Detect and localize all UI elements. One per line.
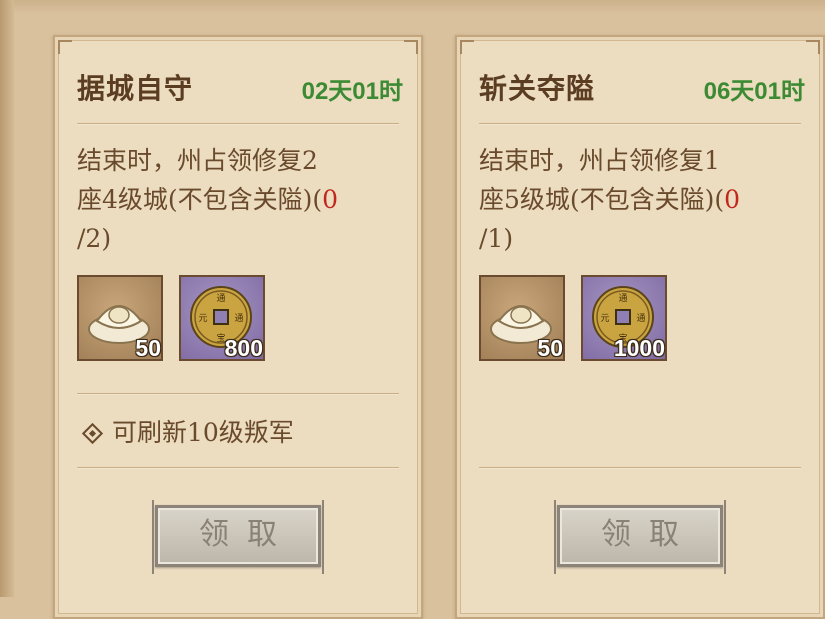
claim-button[interactable]: 领取: [554, 500, 726, 574]
reward-quantity: 50: [135, 335, 161, 361]
quest-time-left: 02天01时: [301, 78, 403, 105]
svg-text:通: 通: [636, 313, 645, 324]
unlock-info: 可刷新10级叛军: [77, 413, 294, 449]
reward-quantity: 1000: [613, 335, 665, 361]
progress-current: 0: [322, 185, 339, 214]
reward-quantity: 50: [537, 335, 563, 361]
desc-line-1: 结束时，州占领修复2: [77, 146, 318, 175]
reward-item-coin[interactable]: 通 宝 元 通 800: [179, 275, 265, 361]
progress-current: 0: [724, 185, 741, 214]
desc-line-2-text: 座4级城(不包含关隘)(: [77, 185, 323, 214]
reward-quantity: 800: [224, 335, 263, 361]
card-corner-ornament: [58, 40, 72, 54]
quest-title: 据城自守: [77, 72, 194, 105]
card-corner-ornament: [404, 40, 418, 54]
desc-line-2: 座4级城(不包含关隘)(0: [77, 180, 403, 219]
reward-item-coin[interactable]: 通 宝 元 通 1000: [581, 275, 667, 361]
unlock-text: 可刷新10级叛军: [112, 418, 294, 447]
card-corner-ornament: [460, 40, 474, 54]
desc-line-2-text: 座5级城(不包含关隘)(: [479, 185, 725, 214]
svg-text:通: 通: [618, 293, 627, 304]
divider: [479, 467, 801, 468]
svg-text:元: 元: [198, 314, 207, 324]
desc-line-1: 结束时，州占领修复1: [479, 146, 720, 175]
desc-line-3: /1): [479, 224, 514, 253]
diamond-bullet-icon: [81, 422, 104, 444]
left-frame-edge: [0, 0, 14, 597]
desc-line-3: /2): [77, 224, 112, 253]
svg-text:通: 通: [216, 293, 225, 304]
divider: [479, 123, 801, 124]
divider: [77, 393, 399, 394]
svg-text:通: 通: [234, 313, 243, 324]
divider: [77, 123, 399, 124]
divider: [77, 467, 399, 468]
quest-time-left: 06天01时: [703, 78, 805, 105]
reward-item-silver[interactable]: 50: [479, 275, 565, 361]
quest-description: 结束时，州占领修复1 座5级城(不包含关隘)(0 /1): [479, 141, 805, 258]
svg-text:元: 元: [600, 314, 609, 324]
top-frame-strip: [0, 0, 825, 14]
claim-button[interactable]: 领取: [152, 500, 324, 574]
quest-card-2: 斩关夺隘 06天01时 结束时，州占领修复1 座5级城(不包含关隘)(0 /1)…: [455, 35, 825, 619]
quest-title: 斩关夺隘: [479, 72, 596, 105]
reward-item-silver[interactable]: 50: [77, 275, 163, 361]
desc-line-2: 座5级城(不包含关隘)(0: [479, 180, 805, 219]
quest-description: 结束时，州占领修复2 座4级城(不包含关隘)(0 /2): [77, 141, 403, 258]
card-corner-ornament: [806, 40, 820, 54]
quest-card-1: 据城自守 02天01时 结束时，州占领修复2 座4级城(不包含关隘)(0 /2)…: [53, 35, 423, 619]
